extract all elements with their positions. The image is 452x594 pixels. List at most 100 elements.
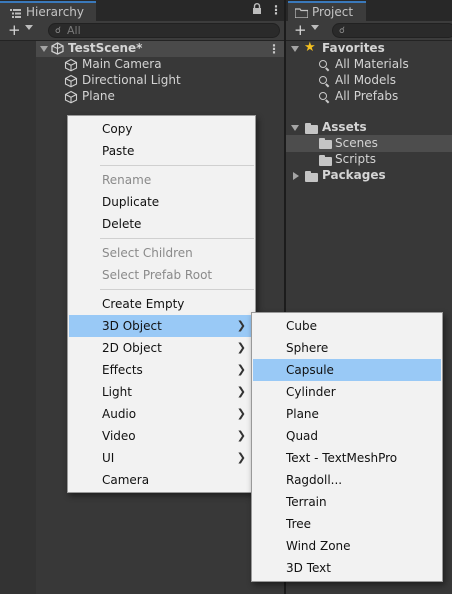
submenu-item-tree[interactable]: Tree: [253, 513, 441, 535]
asset-folder-scripts[interactable]: Scripts: [286, 152, 452, 168]
menu-item-label: Video: [102, 429, 136, 443]
tab-hierarchy[interactable]: Hierarchy: [0, 1, 96, 21]
menu-item-label: 3D Text: [286, 561, 331, 575]
menu-item-label: Delete: [102, 217, 142, 231]
menu-item-copy[interactable]: Copy: [69, 118, 254, 140]
scene-expand-icon[interactable]: [40, 46, 48, 52]
submenu-item-text-textmeshpro[interactable]: Text - TextMeshPro: [253, 447, 441, 469]
favorites-expand-icon[interactable]: [291, 46, 299, 52]
menu-item-label: Quad: [286, 429, 319, 443]
create-plus-icon[interactable]: +: [294, 22, 307, 38]
assets-expand-icon[interactable]: [291, 125, 299, 131]
folder-icon: [305, 171, 318, 182]
create-dropdown-icon[interactable]: [25, 25, 33, 30]
hierarchy-list-icon: [10, 7, 21, 18]
folder-icon: [305, 123, 318, 134]
menu-item-create-empty[interactable]: Create Empty: [69, 293, 254, 315]
hierarchy-item-label: Plane: [82, 89, 115, 103]
packages-label: Packages: [322, 168, 386, 182]
submenu-item-cube[interactable]: Cube: [253, 315, 441, 337]
hierarchy-item-label: Directional Light: [82, 73, 181, 87]
menu-item-label: Audio: [102, 407, 137, 421]
hierarchy-item-label: Main Camera: [82, 57, 162, 71]
favorite-item-label: All Materials: [335, 57, 409, 71]
packages-row[interactable]: Packages: [286, 168, 452, 184]
favorite-item-label: All Models: [335, 73, 396, 87]
assets-label: Assets: [322, 120, 367, 134]
menu-item-label: Text - TextMeshPro: [286, 451, 398, 465]
packages-expand-icon[interactable]: [293, 172, 299, 180]
menu-item-label: Paste: [102, 144, 135, 158]
menu-item-label: Plane: [286, 407, 319, 421]
menu-item-paste[interactable]: Paste: [69, 140, 254, 162]
menu-item-light[interactable]: Light ❯: [69, 381, 254, 403]
scene-row[interactable]: TestScene* ⋮: [36, 41, 284, 57]
submenu-item-plane[interactable]: Plane: [253, 403, 441, 425]
hierarchy-item-directional-light[interactable]: Directional Light: [64, 73, 284, 89]
menu-item-label: UI: [102, 451, 115, 465]
search-icon: [319, 76, 327, 84]
menu-item-label: 3D Object: [102, 319, 162, 333]
submenu-item-sphere[interactable]: Sphere: [253, 337, 441, 359]
search-icon: [319, 92, 327, 100]
menu-item-label: Effects: [102, 363, 143, 377]
submenu-item-capsule[interactable]: Capsule: [253, 359, 441, 381]
favorite-item-all-prefabs[interactable]: All Prefabs: [286, 89, 452, 105]
tab-project-label: Project: [312, 5, 354, 19]
favorites-label: Favorites: [322, 41, 385, 55]
favorite-item-all-materials[interactable]: All Materials: [286, 57, 452, 73]
submenu-item-cylinder[interactable]: Cylinder: [253, 381, 441, 403]
unity-scene-icon: [51, 42, 64, 58]
menu-item-camera[interactable]: Camera: [69, 469, 254, 491]
hierarchy-item-plane[interactable]: Plane: [64, 89, 284, 105]
create-dropdown-icon[interactable]: [311, 25, 319, 30]
hierarchy-item-main-camera[interactable]: Main Camera: [64, 57, 284, 73]
menu-item-duplicate[interactable]: Duplicate: [69, 191, 254, 213]
menu-item-label: Create Empty: [102, 297, 185, 311]
submenu-item-terrain[interactable]: Terrain: [253, 491, 441, 513]
asset-folder-label: Scripts: [335, 152, 377, 166]
hierarchy-search-placeholder: All: [67, 24, 81, 37]
scene-kebab-icon[interactable]: ⋮: [268, 43, 280, 55]
asset-folder-scenes[interactable]: Scenes: [286, 135, 452, 152]
hierarchy-menu-kebab-icon[interactable]: ⋮: [270, 4, 282, 16]
submenu-item-quad[interactable]: Quad: [253, 425, 441, 447]
menu-item-label: Duplicate: [102, 195, 160, 209]
tab-hierarchy-label: Hierarchy: [26, 5, 85, 19]
menu-item-label: Copy: [102, 122, 133, 136]
menu-item-label: Rename: [102, 173, 152, 187]
submenu-item-3d-text[interactable]: 3D Text: [253, 557, 441, 579]
menu-item-label: Cylinder: [286, 385, 336, 399]
menu-item-effects[interactable]: Effects ❯: [69, 359, 254, 381]
submenu-arrow-icon: ❯: [236, 385, 246, 398]
menu-item-label: Wind Zone: [286, 539, 351, 553]
hierarchy-search-input[interactable]: ☌ All: [48, 23, 280, 38]
menu-item-2d-object[interactable]: 2D Object ❯: [69, 337, 254, 359]
folder-icon: [294, 7, 309, 21]
menu-item-3d-object[interactable]: 3D Object ❯: [69, 315, 254, 337]
menu-item-delete[interactable]: Delete: [69, 213, 254, 235]
menu-item-label: Sphere: [286, 341, 329, 355]
submenu-3d-object: Cube Sphere Capsule Cylinder Plane Quad …: [251, 312, 443, 582]
favorite-item-all-models[interactable]: All Models: [286, 73, 452, 89]
menu-item-video[interactable]: Video ❯: [69, 425, 254, 447]
menu-item-ui[interactable]: UI ❯: [69, 447, 254, 469]
submenu-arrow-icon: ❯: [236, 341, 246, 354]
favorites-row[interactable]: ★ Favorites: [286, 40, 452, 57]
create-plus-icon[interactable]: +: [8, 22, 21, 38]
submenu-arrow-icon: ❯: [236, 363, 246, 376]
menu-item-label: Light: [102, 385, 132, 399]
assets-row[interactable]: Assets: [286, 120, 452, 136]
submenu-item-wind-zone[interactable]: Wind Zone: [253, 535, 441, 557]
menu-item-label: Capsule: [286, 363, 334, 377]
project-search-input[interactable]: ☌: [332, 23, 452, 38]
menu-separator: [100, 238, 254, 239]
gameobject-cube-icon: [64, 90, 78, 107]
star-icon: ★: [304, 40, 316, 55]
menu-item-audio[interactable]: Audio ❯: [69, 403, 254, 425]
lock-icon[interactable]: [252, 3, 262, 18]
tab-project[interactable]: Project: [288, 1, 366, 21]
submenu-item-ragdoll[interactable]: Ragdoll...: [253, 469, 441, 491]
scene-name: TestScene*: [68, 41, 143, 55]
search-icon: ☌: [339, 26, 346, 36]
